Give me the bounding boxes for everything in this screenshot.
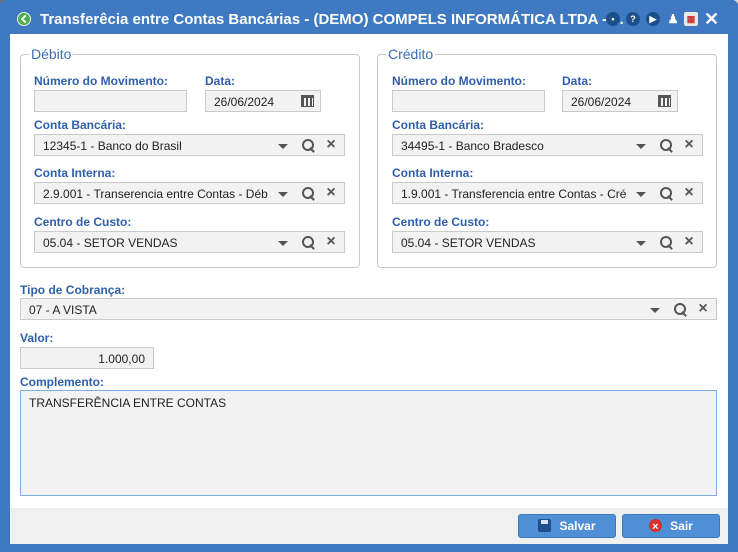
valor-label: Valor: — [20, 331, 54, 345]
chevron-down-icon[interactable] — [278, 241, 288, 246]
clear-icon[interactable]: × — [682, 137, 696, 153]
debito-data-input[interactable]: 26/06/2024 — [205, 90, 321, 112]
dialog-content: Débito Número do Movimento: Data: 26/06/… — [10, 34, 728, 508]
search-icon[interactable] — [302, 236, 316, 250]
title-bar[interactable]: Transferêcia entre Contas Bancárias - (D… — [0, 0, 738, 34]
exit-button-label: Sair — [670, 519, 693, 533]
calendar-icon[interactable] — [658, 95, 671, 107]
debito-conta-interna-combo[interactable]: 2.9.001 - Transerencia entre Contas - Dé… — [34, 182, 345, 204]
window-title: Transferêcia entre Contas Bancárias - (D… — [40, 11, 624, 28]
credito-centro-custo-value: 05.04 - SETOR VENDAS — [401, 236, 536, 250]
close-circle-icon — [649, 516, 663, 538]
debito-conta-bancaria-label: Conta Bancária: — [34, 118, 127, 132]
clear-icon[interactable]: × — [324, 137, 338, 153]
debito-numero-input[interactable] — [34, 90, 187, 112]
chevron-down-icon[interactable] — [278, 192, 288, 197]
search-icon[interactable] — [302, 187, 316, 201]
credito-group: Crédito Número do Movimento: Data: 26/06… — [377, 46, 717, 268]
valor-input[interactable]: 1.000,00 — [20, 347, 154, 369]
dialog-footer: Salvar Sair — [10, 508, 728, 544]
debito-conta-interna-value: 2.9.001 - Transerencia entre Contas - Dé… — [43, 187, 268, 201]
credito-data-label: Data: — [562, 74, 593, 88]
help-icon[interactable]: ? — [626, 12, 640, 26]
debito-numero-label: Número do Movimento: — [34, 74, 168, 88]
floppy-disk-icon — [538, 519, 552, 532]
calendar-icon[interactable] — [301, 95, 314, 107]
credito-conta-interna-value: 1.9.001 - Transferencia entre Contas - C… — [401, 187, 626, 201]
close-icon[interactable]: ✕ — [704, 10, 719, 28]
credito-conta-bancaria-label: Conta Bancária: — [392, 118, 485, 132]
dialog-bottom-border — [0, 544, 738, 552]
credito-legend: Crédito — [386, 46, 436, 62]
debito-legend: Débito — [29, 46, 74, 62]
credito-conta-bancaria-combo[interactable]: 34495-1 - Banco Bradesco × — [392, 134, 703, 156]
calendar-icon[interactable]: ▦ — [684, 12, 698, 26]
credito-conta-bancaria-value: 34495-1 - Banco Bradesco — [401, 139, 544, 153]
complemento-textarea[interactable]: TRANSFERÊNCIA ENTRE CONTAS — [20, 390, 717, 496]
chevron-down-icon[interactable] — [636, 241, 646, 246]
debito-conta-bancaria-combo[interactable]: 12345-1 - Banco do Brasil × — [34, 134, 345, 156]
debito-centro-custo-label: Centro de Custo: — [34, 215, 132, 229]
clear-icon[interactable]: × — [324, 234, 338, 250]
debito-centro-custo-combo[interactable]: 05.04 - SETOR VENDAS × — [34, 231, 345, 253]
clear-icon[interactable]: × — [696, 301, 710, 317]
tipo-cobranca-label: Tipo de Cobrança: — [20, 283, 126, 297]
chevron-down-icon[interactable] — [636, 144, 646, 149]
complemento-label: Complemento: — [20, 375, 104, 389]
tipo-cobranca-value: 07 - A VISTA — [29, 303, 97, 317]
debito-conta-interna-label: Conta Interna: — [34, 166, 116, 180]
credito-centro-custo-label: Centro de Custo: — [392, 215, 490, 229]
user-icon[interactable]: ♟ — [666, 12, 680, 26]
debito-data-label: Data: — [205, 74, 236, 88]
transfer-icon — [17, 12, 31, 26]
exit-button[interactable]: Sair — [622, 514, 720, 538]
credito-conta-interna-combo[interactable]: 1.9.001 - Transferencia entre Contas - C… — [392, 182, 703, 204]
chevron-down-icon[interactable] — [636, 192, 646, 197]
clear-icon[interactable]: × — [682, 234, 696, 250]
debito-group: Débito Número do Movimento: Data: 26/06/… — [20, 46, 360, 268]
search-icon[interactable] — [660, 139, 674, 153]
credito-data-value: 26/06/2024 — [571, 95, 632, 109]
clear-icon[interactable]: × — [324, 185, 338, 201]
circle-icon[interactable]: • — [606, 12, 620, 26]
credito-numero-label: Número do Movimento: — [392, 74, 526, 88]
tipo-cobranca-combo[interactable]: 07 - A VISTA × — [20, 298, 717, 320]
debito-centro-custo-value: 05.04 - SETOR VENDAS — [43, 236, 178, 250]
save-button-label: Salvar — [559, 519, 596, 533]
chevron-down-icon[interactable] — [278, 144, 288, 149]
transfer-dialog: Transferêcia entre Contas Bancárias - (D… — [0, 0, 738, 552]
search-icon[interactable] — [660, 236, 674, 250]
chevron-down-icon[interactable] — [650, 308, 660, 313]
credito-data-input[interactable]: 26/06/2024 — [562, 90, 678, 112]
clear-icon[interactable]: × — [682, 185, 696, 201]
search-icon[interactable] — [660, 187, 674, 201]
debito-data-value: 26/06/2024 — [214, 95, 275, 109]
save-button[interactable]: Salvar — [518, 514, 616, 538]
debito-conta-bancaria-value: 12345-1 - Banco do Brasil — [43, 139, 182, 153]
credito-conta-interna-label: Conta Interna: — [392, 166, 474, 180]
search-icon[interactable] — [674, 303, 688, 317]
credito-centro-custo-combo[interactable]: 05.04 - SETOR VENDAS × — [392, 231, 703, 253]
search-icon[interactable] — [302, 139, 316, 153]
credito-numero-input[interactable] — [392, 90, 545, 112]
play-icon[interactable]: ▶ — [646, 12, 660, 26]
